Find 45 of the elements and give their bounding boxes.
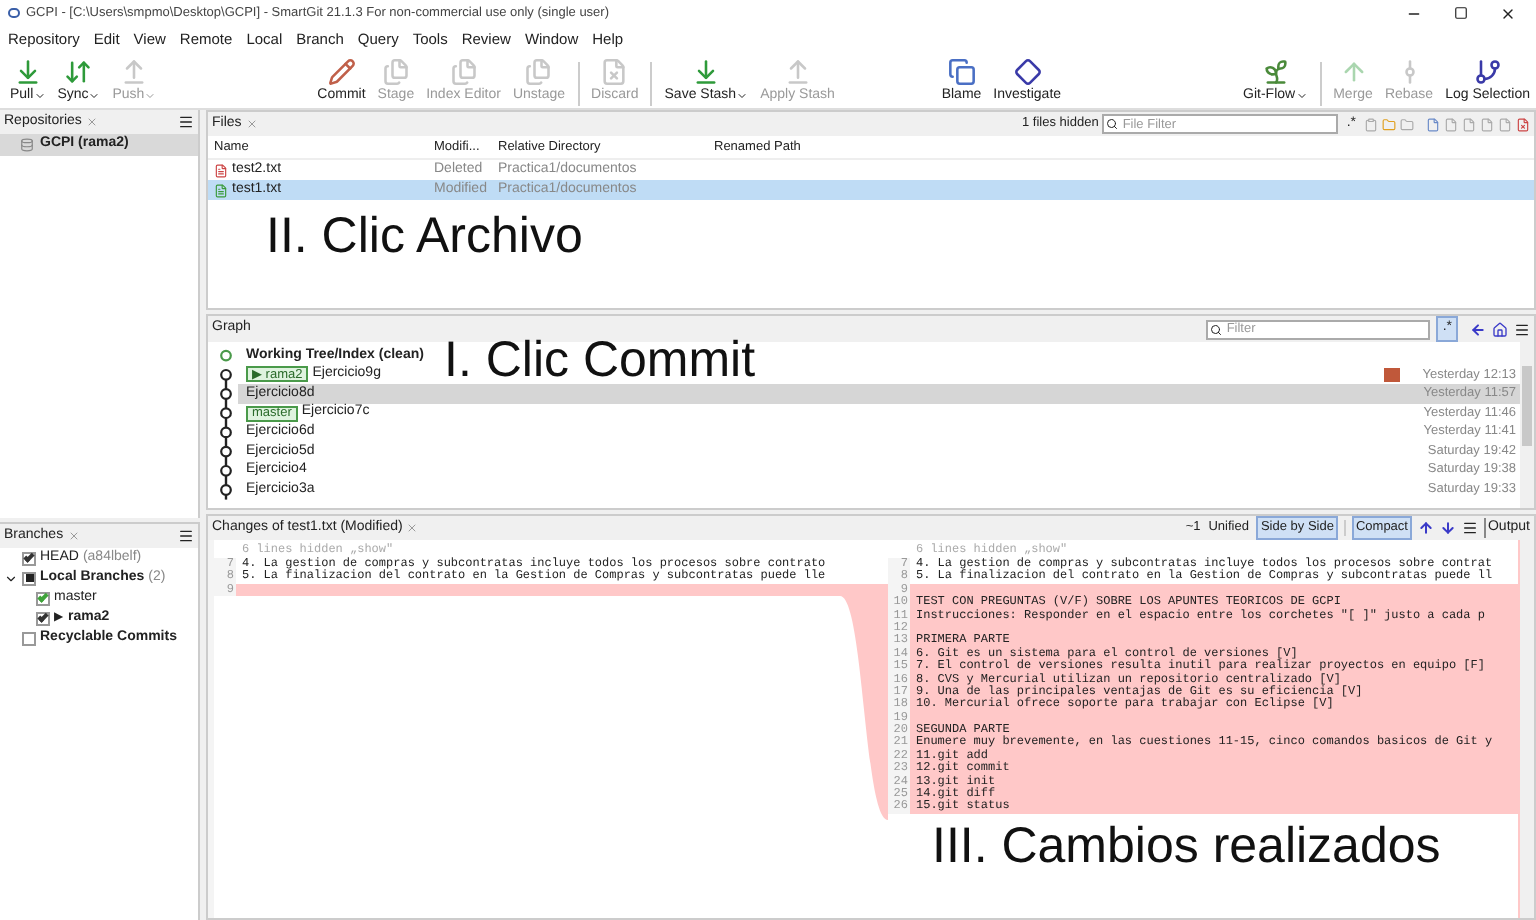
- file-icon: [214, 163, 228, 178]
- menu-icon[interactable]: [178, 114, 194, 130]
- search-icon: [1210, 323, 1223, 335]
- checkbox[interactable]: [22, 571, 36, 585]
- caret-icon: [33, 90, 46, 102]
- files-icon: [449, 58, 478, 86]
- documents-icon: [947, 58, 976, 86]
- app-logo-icon: [8, 8, 20, 18]
- arrow-down-icon: [13, 58, 42, 86]
- pencil-icon: [327, 58, 356, 86]
- menu-icon[interactable]: [178, 528, 194, 544]
- menu-icon[interactable]: [1514, 321, 1530, 337]
- diamond-icon: [1013, 58, 1042, 86]
- arrow-down-icon: [692, 58, 721, 86]
- arrow-up-icon[interactable]: [1417, 520, 1434, 536]
- annotation-text: II. Clic Archivo: [266, 208, 583, 264]
- checkbox[interactable]: [22, 631, 36, 645]
- maximize-icon[interactable]: [1454, 6, 1468, 20]
- home-icon[interactable]: [1492, 321, 1508, 337]
- file-icon: [214, 183, 228, 198]
- file-x-icon[interactable]: [1516, 117, 1530, 131]
- file-icon[interactable]: [1426, 117, 1440, 131]
- caret-icon: [88, 90, 101, 102]
- caret-icon: [736, 90, 749, 102]
- scrollbar[interactable]: [1518, 540, 1534, 918]
- expand-icon[interactable]: [4, 571, 18, 585]
- caret-icon: [1295, 90, 1308, 102]
- annotation-text: I. Clic Commit: [444, 332, 756, 388]
- files-icon: [381, 58, 410, 86]
- file-x-icon: [600, 58, 629, 86]
- menu-icon[interactable]: [1461, 520, 1478, 536]
- files-icon: [524, 58, 553, 86]
- repository-icon: [20, 138, 34, 152]
- clipboard-icon[interactable]: [1364, 117, 1378, 131]
- arrow-left-icon[interactable]: [1470, 321, 1486, 337]
- annotation-text: III. Cambios realizados: [932, 818, 1441, 874]
- folder-icon[interactable]: [1400, 117, 1414, 131]
- arrow-down-icon[interactable]: [1439, 520, 1456, 536]
- sprout-icon: [1261, 58, 1290, 86]
- caret-icon: [144, 90, 157, 102]
- scrollbar[interactable]: [1520, 342, 1534, 508]
- search-icon: [1106, 118, 1119, 130]
- close-icon[interactable]: [1500, 5, 1516, 21]
- arrows-icon: [64, 58, 93, 86]
- branch-icon: [1473, 58, 1502, 86]
